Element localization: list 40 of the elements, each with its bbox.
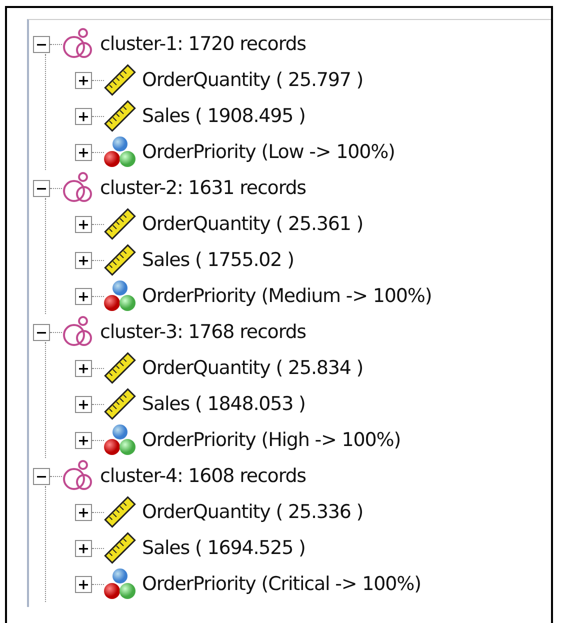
expand-icon[interactable] [75,396,92,412]
tree-item-label[interactable]: Sales ( 1755.02 ) [142,246,294,274]
tree-item-label[interactable]: OrderPriority (Medium -> 100%) [142,282,432,310]
tree-item-label[interactable]: OrderQuantity ( 25.336 ) [142,498,364,526]
tree-item-label[interactable]: cluster-3: 1768 records [100,318,306,346]
expand-icon[interactable] [75,432,92,448]
expand-icon[interactable] [75,504,92,520]
collapse-icon[interactable] [33,180,50,196]
expand-icon[interactable] [75,216,92,232]
category-icon [104,568,136,600]
expand-icon[interactable] [75,576,92,592]
cluster-icon [62,316,94,348]
tree-item-label[interactable]: OrderQuantity ( 25.797 ) [142,66,364,94]
tree-item-label[interactable]: OrderQuantity ( 25.834 ) [142,354,364,382]
collapse-icon[interactable] [33,324,50,340]
cluster-icon [62,460,94,492]
expand-icon[interactable] [75,72,92,88]
expand-icon[interactable] [75,540,92,556]
tree-item-label[interactable]: Sales ( 1694.525 ) [142,534,306,562]
collapse-icon[interactable] [33,36,50,52]
expand-icon[interactable] [75,108,92,124]
category-icon [104,424,136,456]
category-icon [104,280,136,312]
cluster-icon [62,28,94,60]
expand-icon[interactable] [75,144,92,160]
cluster-icon [62,172,94,204]
tree-item-label[interactable]: OrderPriority (High -> 100%) [142,426,401,454]
tree-item-label[interactable]: Sales ( 1848.053 ) [142,390,306,418]
expand-icon[interactable] [75,252,92,268]
category-icon [104,136,136,168]
expand-icon[interactable] [75,360,92,376]
tree-item-label[interactable]: cluster-4: 1608 records [100,462,306,490]
tree-item-label[interactable]: OrderQuantity ( 25.361 ) [142,210,364,238]
tree-item-label[interactable]: cluster-2: 1631 records [100,174,306,202]
expand-icon[interactable] [75,288,92,304]
tree-item-label[interactable]: Sales ( 1908.495 ) [142,102,306,130]
tree-item-label[interactable]: OrderPriority (Low -> 100%) [142,138,395,166]
collapse-icon[interactable] [33,468,50,484]
tree-item-label[interactable]: OrderPriority (Critical -> 100%) [142,570,421,598]
tree-item-label[interactable]: cluster-1: 1720 records [100,30,306,58]
